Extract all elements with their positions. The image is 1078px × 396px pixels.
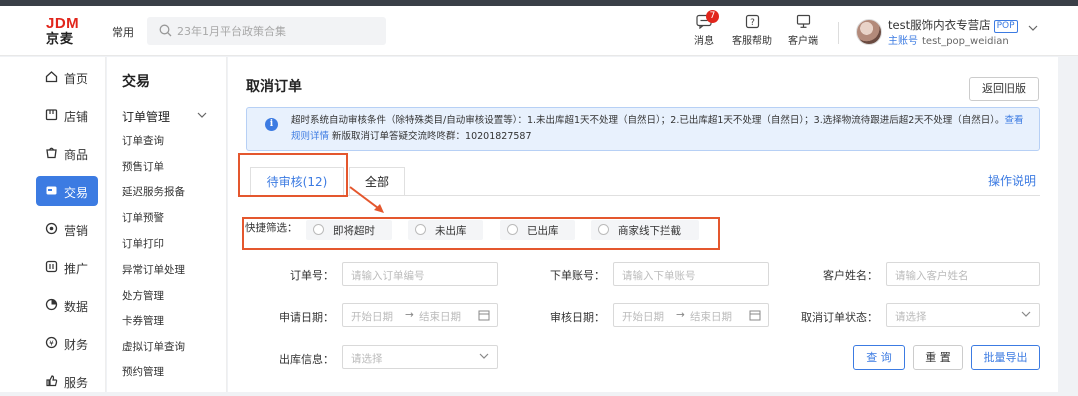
topbar-divider [838,22,839,44]
arrow-right-icon: → [405,309,414,321]
account-info: 主账号 test_pop_weidian [888,36,1009,47]
subnav-item[interactable]: 预约管理 [122,364,164,379]
subnav-item[interactable]: 订单预警 [122,210,164,225]
home-icon [45,71,58,83]
chevron-down-icon[interactable] [197,112,207,118]
avatar[interactable] [856,19,882,45]
query-button[interactable]: 查 询 [853,345,905,370]
outbound-select[interactable]: 请选择 [342,345,498,369]
nav-trade[interactable]: 交易 [36,176,98,206]
customer-name-label: 客户姓名： [823,269,878,282]
message-count-badge: 7 [706,10,719,23]
nav-data[interactable]: 数据 [36,290,98,320]
subnav-item[interactable]: 订单查询 [122,133,164,148]
batch-export-button[interactable]: 批量导出 [971,345,1040,370]
nav-store[interactable]: 店铺 [36,100,98,130]
marketing-icon [45,222,58,235]
promotion-icon [45,260,58,273]
service-icon [46,375,58,387]
top-bar: JDM 京麦 常用 7 消息 ? 客服帮助 客户端 test服饰内衣专营店POP… [0,6,1078,56]
usual-menu[interactable]: 常用 [112,24,134,40]
operation-guide-link[interactable]: 操作说明 [988,172,1036,189]
apply-date-label: 申请日期： [279,311,334,324]
main-content: 取消订单 返回旧版 i 超时系统自动审核条件（除特殊类目/自动审核设置等）：1.… [228,57,1058,392]
search-icon [159,24,172,37]
chevron-down-icon [1021,311,1031,317]
back-to-old-version-button[interactable]: 返回旧版 [969,77,1039,101]
quick-filter-option[interactable]: 商家线下拦截 [591,220,699,240]
nav-home[interactable]: 首页 [36,62,98,92]
nav-finance[interactable]: ¥ 财务 [36,328,98,358]
radio-button[interactable] [507,224,518,235]
main-sidebar: 首页 店铺 商品 交易 营销 推广 数据 ¥ 财务 服务 [0,57,106,392]
goods-icon [46,147,57,159]
store-icon [45,109,58,121]
chevron-down-icon [479,353,489,359]
outbound-label: 出库信息： [279,353,334,366]
jdm-logo[interactable]: JDM 京麦 [46,16,96,46]
store-name[interactable]: test服饰内衣专营店 POP [888,17,1018,33]
apply-date-range[interactable]: 开始日期 → 结束日期 [342,303,498,327]
quick-filter-label: 快捷筛选： [245,222,298,234]
messages-button[interactable]: 7 消息 [694,10,719,47]
cancel-status-label: 取消订单状态： [801,311,878,324]
nav-goods[interactable]: 商品 [36,138,98,168]
nav-promotion[interactable]: 推广 [36,252,98,282]
annotation-arrow-icon [349,186,384,213]
review-date-range[interactable]: 开始日期 → 结束日期 [613,303,769,327]
info-icon: i [265,118,278,131]
reset-button[interactable]: 重 置 [913,345,963,370]
svg-text:?: ? [750,18,755,28]
nav-marketing[interactable]: 营销 [36,214,98,244]
radio-button[interactable] [598,224,609,235]
subnav-item[interactable]: 订单打印 [122,236,164,251]
quick-filter-option[interactable]: 即将超时 [306,220,392,240]
order-no-input[interactable]: 请输入订单编号 [342,262,498,286]
help-icon: ? [745,14,759,29]
subnav-item[interactable]: 卡券管理 [122,313,164,328]
subnav-item[interactable]: 虚拟订单查询 [122,339,185,354]
subnav-item[interactable]: 处方管理 [122,288,164,303]
quick-filter-option[interactable]: 未出库 [408,220,483,240]
calendar-icon [749,310,761,321]
radio-button[interactable] [415,224,426,235]
radio-button[interactable] [313,224,324,235]
account-input[interactable]: 请输入下单账号 [613,262,769,286]
subnav-title: 交易 [122,74,150,90]
page-title: 取消订单 [246,79,302,95]
search-box[interactable] [147,17,386,45]
subnav-item[interactable]: 异常订单处理 [122,262,185,277]
quick-filter-option[interactable]: 已出库 [500,220,575,240]
calendar-icon [478,310,490,321]
review-date-label: 审核日期： [550,311,605,324]
customer-name-input[interactable]: 请输入客户姓名 [886,262,1040,286]
arrow-right-icon: → [676,309,685,321]
subnav-item[interactable]: 预售订单 [122,159,164,174]
svg-text:¥: ¥ [49,339,54,347]
monitor-icon [796,14,810,28]
search-input[interactable] [177,21,377,41]
account-label: 下单账号： [550,269,605,282]
client-button[interactable]: 客户端 [788,14,818,47]
notice-banner: i 超时系统自动审核条件（除特殊类目/自动审核设置等）：1.未出库超1天不处理（… [246,107,1040,151]
finance-icon: ¥ [45,336,58,349]
subnav-item[interactable]: 延迟服务报备 [122,184,185,199]
support-button[interactable]: ? 客服帮助 [732,14,772,47]
order-no-label: 订单号： [290,269,334,282]
sub-sidebar: 交易 订单管理 订单查询 预售订单 延迟服务报备 订单预警 订单打印 异常订单处… [107,57,227,392]
data-icon [45,298,58,311]
trade-icon [46,186,57,195]
cancel-status-select[interactable]: 请选择 [886,303,1040,327]
highlight-box-tab [238,153,348,197]
chevron-down-icon[interactable] [1028,25,1038,31]
subnav-group-order-management[interactable]: 订单管理 [122,108,170,125]
